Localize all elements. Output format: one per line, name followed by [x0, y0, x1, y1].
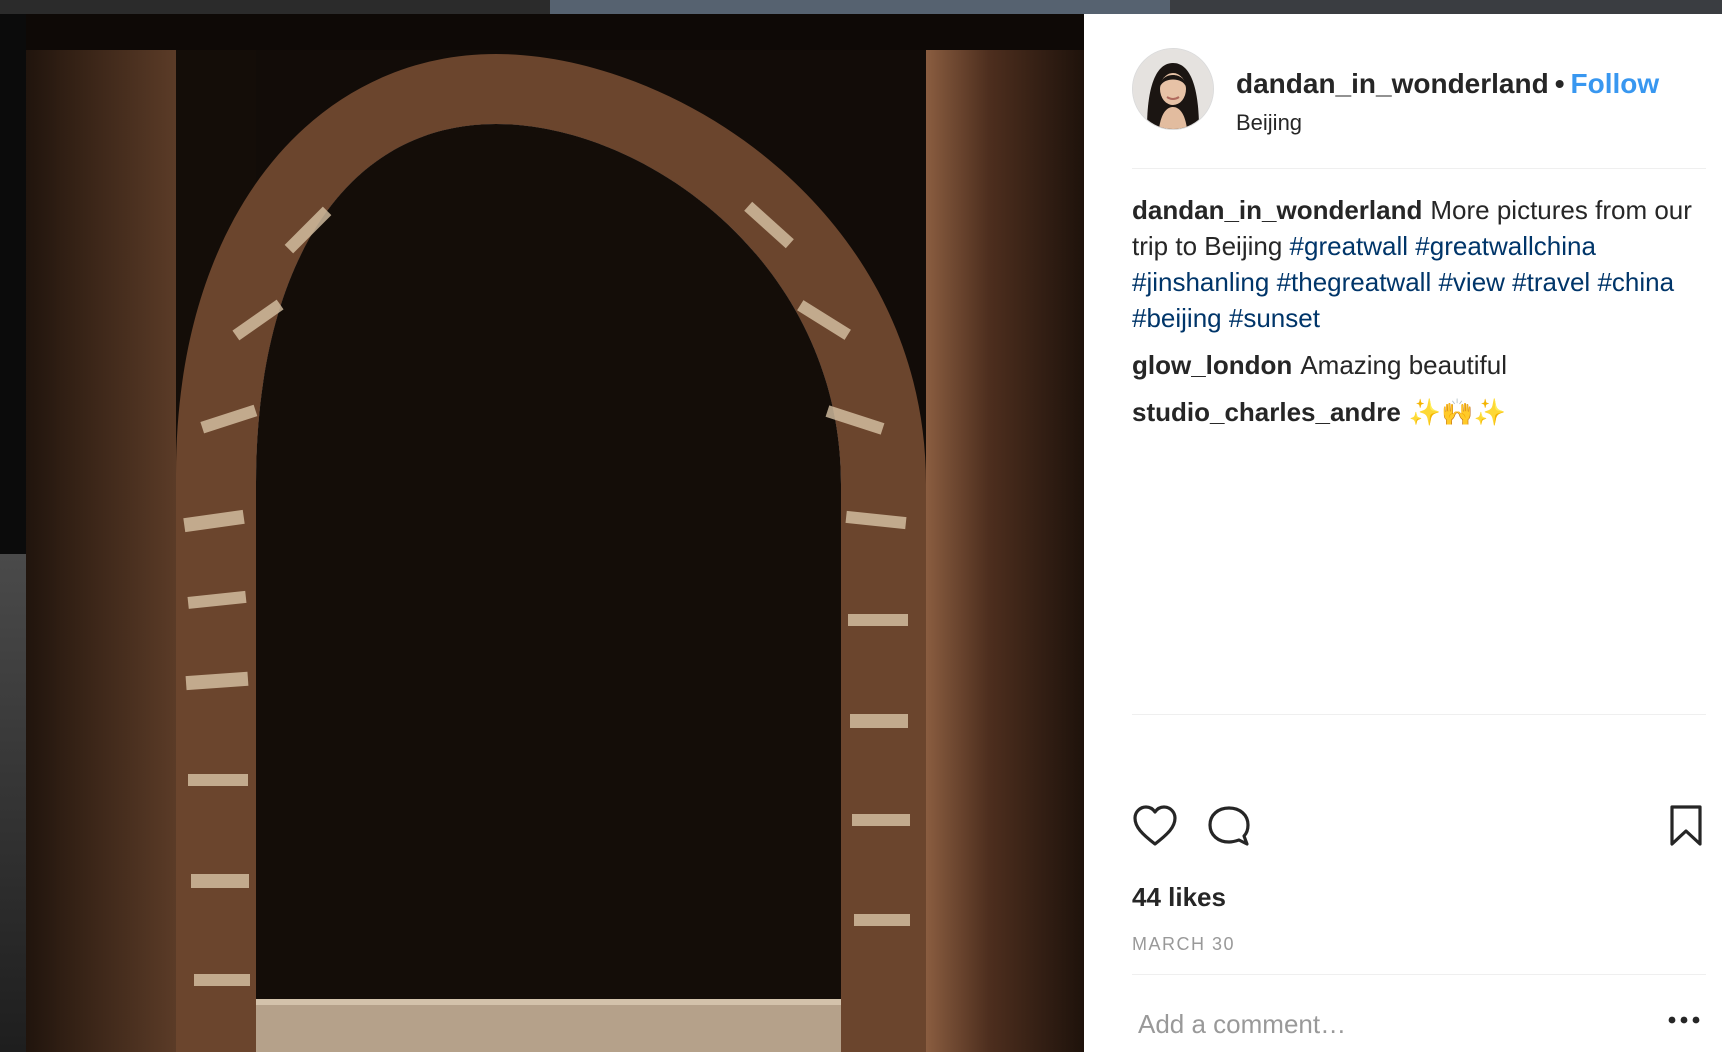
caption: dandan_in_wonderland More pictures from o…: [1132, 192, 1702, 336]
header-divider: [1132, 168, 1706, 169]
comments-list: dandan_in_wonderland More pictures from o…: [1132, 192, 1702, 442]
background-feed-strip: [0, 0, 1722, 14]
hashtag-link[interactable]: #travel: [1512, 267, 1590, 297]
background-page-left: [0, 14, 26, 1052]
likes-count[interactable]: 44 likes: [1132, 882, 1226, 913]
hashtag-link[interactable]: #thegreatwall: [1277, 267, 1432, 297]
hashtag-link[interactable]: #beijing: [1132, 303, 1222, 333]
comment-item: glow_london Amazing beautiful: [1132, 347, 1702, 383]
caption-username[interactable]: dandan_in_wonderland: [1132, 195, 1422, 225]
background-thumbnail: [550, 0, 1170, 14]
bookmark-icon[interactable]: [1668, 804, 1704, 848]
separator-dot: •: [1554, 68, 1565, 99]
action-bar: [1132, 804, 1706, 854]
add-comment-form: [1132, 996, 1706, 1052]
comment-text: Amazing beautiful: [1300, 350, 1507, 380]
comments-divider: [1132, 714, 1706, 715]
post-location[interactable]: Beijing: [1236, 110, 1302, 136]
comment-bubble-icon[interactable]: [1206, 804, 1252, 848]
follow-button[interactable]: Follow: [1571, 68, 1660, 99]
comment-username[interactable]: studio_charles_andre: [1132, 397, 1401, 427]
username-line: dandan_in_wonderland • Follow: [1236, 68, 1659, 100]
hashtag-link[interactable]: #jinshanling: [1132, 267, 1269, 297]
hashtag-link[interactable]: #greatwall: [1290, 231, 1409, 261]
great-wall-arch-photo: [26, 14, 1084, 1052]
hashtag-link[interactable]: #view: [1438, 267, 1504, 297]
post-header: dandan_in_wonderland • Follow Beijing: [1132, 48, 1692, 138]
post-photo[interactable]: [26, 14, 1084, 1052]
comment-text: ✨🙌✨: [1408, 398, 1506, 428]
post-side-panel: dandan_in_wonderland • Follow Beijing dand…: [1084, 14, 1722, 1052]
hashtag-link[interactable]: #china: [1597, 267, 1674, 297]
footer-divider: [1132, 974, 1706, 975]
post-username[interactable]: dandan_in_wonderland: [1236, 68, 1549, 99]
hashtag-link[interactable]: #sunset: [1229, 303, 1320, 333]
background-thumbnail: [0, 554, 26, 1052]
avatar[interactable]: [1132, 48, 1214, 130]
more-options-icon[interactable]: [1666, 1010, 1702, 1030]
comment-input[interactable]: [1132, 996, 1644, 1052]
comment-item: studio_charles_andre ✨🙌✨: [1132, 394, 1702, 431]
heart-icon[interactable]: [1132, 804, 1178, 848]
comment-username[interactable]: glow_london: [1132, 350, 1292, 380]
post-date[interactable]: MARCH 30: [1132, 934, 1235, 955]
background-thumbnail: [1170, 0, 1722, 14]
instagram-post-modal: dandan_in_wonderland • Follow Beijing dand…: [0, 0, 1722, 1052]
profile-photo: [1133, 49, 1213, 129]
hashtag-link[interactable]: #greatwallchina: [1415, 231, 1596, 261]
